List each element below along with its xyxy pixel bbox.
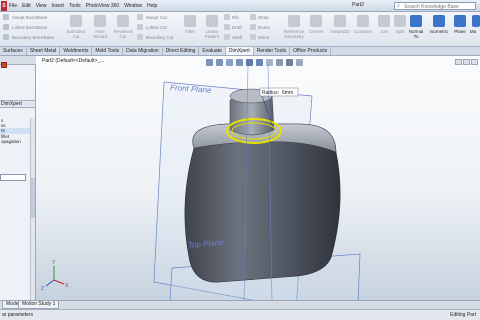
hole-wizard-icon[interactable]	[94, 15, 106, 27]
normal-to-label[interactable]: Normal To	[404, 29, 428, 39]
scrollbar-thumb[interactable]	[31, 178, 35, 218]
isometric-icon[interactable]	[433, 15, 445, 27]
bottle-body[interactable]	[184, 123, 341, 283]
curves-label[interactable]: Curves	[304, 29, 328, 34]
menu-edit[interactable]: Edit	[22, 2, 31, 10]
menu-help[interactable]: Help	[147, 2, 157, 10]
title-bar: S File Edit View Insert Tools PhotoView …	[0, 0, 480, 12]
lofted-cut-label[interactable]: Lofted Cut	[146, 25, 167, 30]
swept-boss-label[interactable]: Swept Boss/Base	[12, 15, 47, 20]
fillet-label[interactable]: Fillet	[178, 29, 202, 34]
rib-icon[interactable]	[224, 14, 230, 20]
plane-icon[interactable]	[454, 15, 466, 27]
wrap-icon[interactable]	[250, 14, 256, 20]
draft-label[interactable]: Draft	[232, 25, 242, 30]
selection-combo[interactable]	[0, 174, 26, 181]
extruded-cut-label[interactable]: Extruded Cut	[64, 29, 88, 39]
menu-tools[interactable]: Tools	[69, 2, 81, 10]
revolved-cut-icon[interactable]	[117, 15, 129, 27]
tab-office-products[interactable]: Office Products	[290, 47, 332, 55]
feature-ribbon: Swept Boss/Base Lofted Boss/Base Boundar…	[0, 12, 480, 47]
status-message: ar parameters	[2, 312, 34, 318]
split-icon[interactable]	[394, 15, 406, 27]
linear-pattern-label[interactable]: Linear Pattern	[200, 29, 224, 39]
property-list: s ss nt fillet opagation	[0, 118, 30, 144]
search-icon: ⌕	[397, 3, 400, 9]
tab-weldments[interactable]: Weldments	[60, 47, 93, 55]
mirror-label[interactable]: Mirror	[258, 35, 270, 40]
join-icon[interactable]	[378, 15, 390, 27]
tab-sheet-metal[interactable]: Sheet Metal	[27, 47, 61, 55]
tab-direct-editing[interactable]: Direct Editing	[163, 47, 200, 55]
triad-y-label: Y	[52, 260, 56, 266]
status-mode: Editing Part	[450, 312, 476, 318]
menu-photoview[interactable]: PhotoView 360	[86, 2, 120, 10]
graphics-viewport[interactable]: Part2 (Default<<Default>_... Front Plane…	[36, 56, 480, 300]
menu-insert[interactable]: Insert	[51, 2, 64, 10]
tab-mold-tools[interactable]: Mold Tools	[92, 47, 124, 55]
boundary-boss-icon[interactable]	[3, 34, 9, 40]
swept-boss-icon[interactable]	[3, 14, 9, 20]
bottom-tabs: Model Motion Study 1	[0, 300, 480, 309]
boundary-cut-label[interactable]: Boundary Cut	[146, 35, 174, 40]
revolved-cut-label[interactable]: Revolved Cut	[111, 29, 135, 39]
reference-geometry-icon[interactable]	[288, 15, 300, 27]
more-label[interactable]: Ma	[466, 29, 480, 34]
instant3d-icon[interactable]	[334, 15, 346, 27]
menu-file[interactable]: File	[9, 2, 17, 10]
curves-icon[interactable]	[310, 15, 322, 27]
app-logo[interactable]: S	[1, 1, 7, 11]
lofted-boss-label[interactable]: Lofted Boss/Base	[12, 25, 47, 30]
draft-icon[interactable]	[224, 24, 230, 30]
triad-x-label: X	[65, 283, 69, 289]
radius-callout-value: 6mm	[282, 90, 293, 96]
combine-icon[interactable]	[357, 15, 369, 27]
triad-z-label: Z	[41, 286, 44, 292]
reference-geometry-label[interactable]: Reference Geometry	[282, 29, 306, 39]
more-icon[interactable]	[472, 15, 480, 27]
shell-label[interactable]: Shell	[232, 35, 242, 40]
shell-icon[interactable]	[224, 34, 230, 40]
status-bar: ar parameters Editing Part	[0, 309, 480, 320]
tab-dimxpert-manager[interactable]: DimXpert	[0, 100, 36, 108]
lofted-cut-icon[interactable]	[137, 24, 143, 30]
dome-label[interactable]: Dome	[258, 25, 270, 30]
search-input[interactable]	[404, 3, 474, 10]
command-manager-tabs: Surfaces Sheet Metal Weldments Mold Tool…	[0, 47, 480, 56]
collapse-icon[interactable]	[1, 62, 7, 68]
radius-callout-label: Radius:	[262, 90, 279, 96]
extruded-cut-icon[interactable]	[70, 15, 82, 27]
menu-view[interactable]: View	[36, 2, 47, 10]
menu-bar: File Edit View Insert Tools PhotoView 36…	[9, 2, 162, 10]
tab-surfaces[interactable]: Surfaces	[0, 47, 27, 55]
boundary-boss-label[interactable]: Boundary Boss/Base	[12, 35, 54, 40]
instant3d-label[interactable]: Instant3D	[328, 29, 352, 34]
left-panel: DimXpert s ss nt fillet opagation	[0, 56, 36, 300]
fillet-icon[interactable]	[184, 15, 196, 27]
model-scene: Front Plane Radius: 6mm Top Plane X Y Z	[41, 63, 361, 300]
tab-dimxpert[interactable]: DimXpert	[225, 47, 254, 55]
tab-evaluate[interactable]: Evaluate	[199, 47, 226, 55]
wrap-label[interactable]: Wrap	[258, 15, 269, 20]
panel-scrollbar[interactable]	[30, 118, 35, 300]
linear-pattern-icon[interactable]	[206, 15, 218, 27]
mirror-icon[interactable]	[250, 34, 256, 40]
menu-window[interactable]: Window	[124, 2, 142, 10]
swept-cut-label[interactable]: Swept Cut	[146, 15, 167, 20]
tab-data-migration[interactable]: Data Migration	[123, 47, 163, 55]
dome-icon[interactable]	[250, 24, 256, 30]
boundary-cut-icon[interactable]	[137, 34, 143, 40]
tab-motion-study[interactable]: Motion Study 1	[18, 301, 60, 309]
swept-cut-icon[interactable]	[137, 14, 143, 20]
search-box[interactable]: ⌕	[394, 2, 476, 10]
rib-label[interactable]: Rib	[232, 15, 239, 20]
document-title: Part2	[352, 2, 364, 8]
hole-wizard-label[interactable]: Hole Wizard	[88, 29, 112, 39]
tab-render-tools[interactable]: Render Tools	[254, 47, 291, 55]
list-item[interactable]: opagation	[0, 139, 30, 144]
normal-to-icon[interactable]	[410, 15, 422, 27]
coordinate-triad: X Y Z	[41, 260, 69, 292]
lofted-boss-icon[interactable]	[3, 24, 9, 30]
